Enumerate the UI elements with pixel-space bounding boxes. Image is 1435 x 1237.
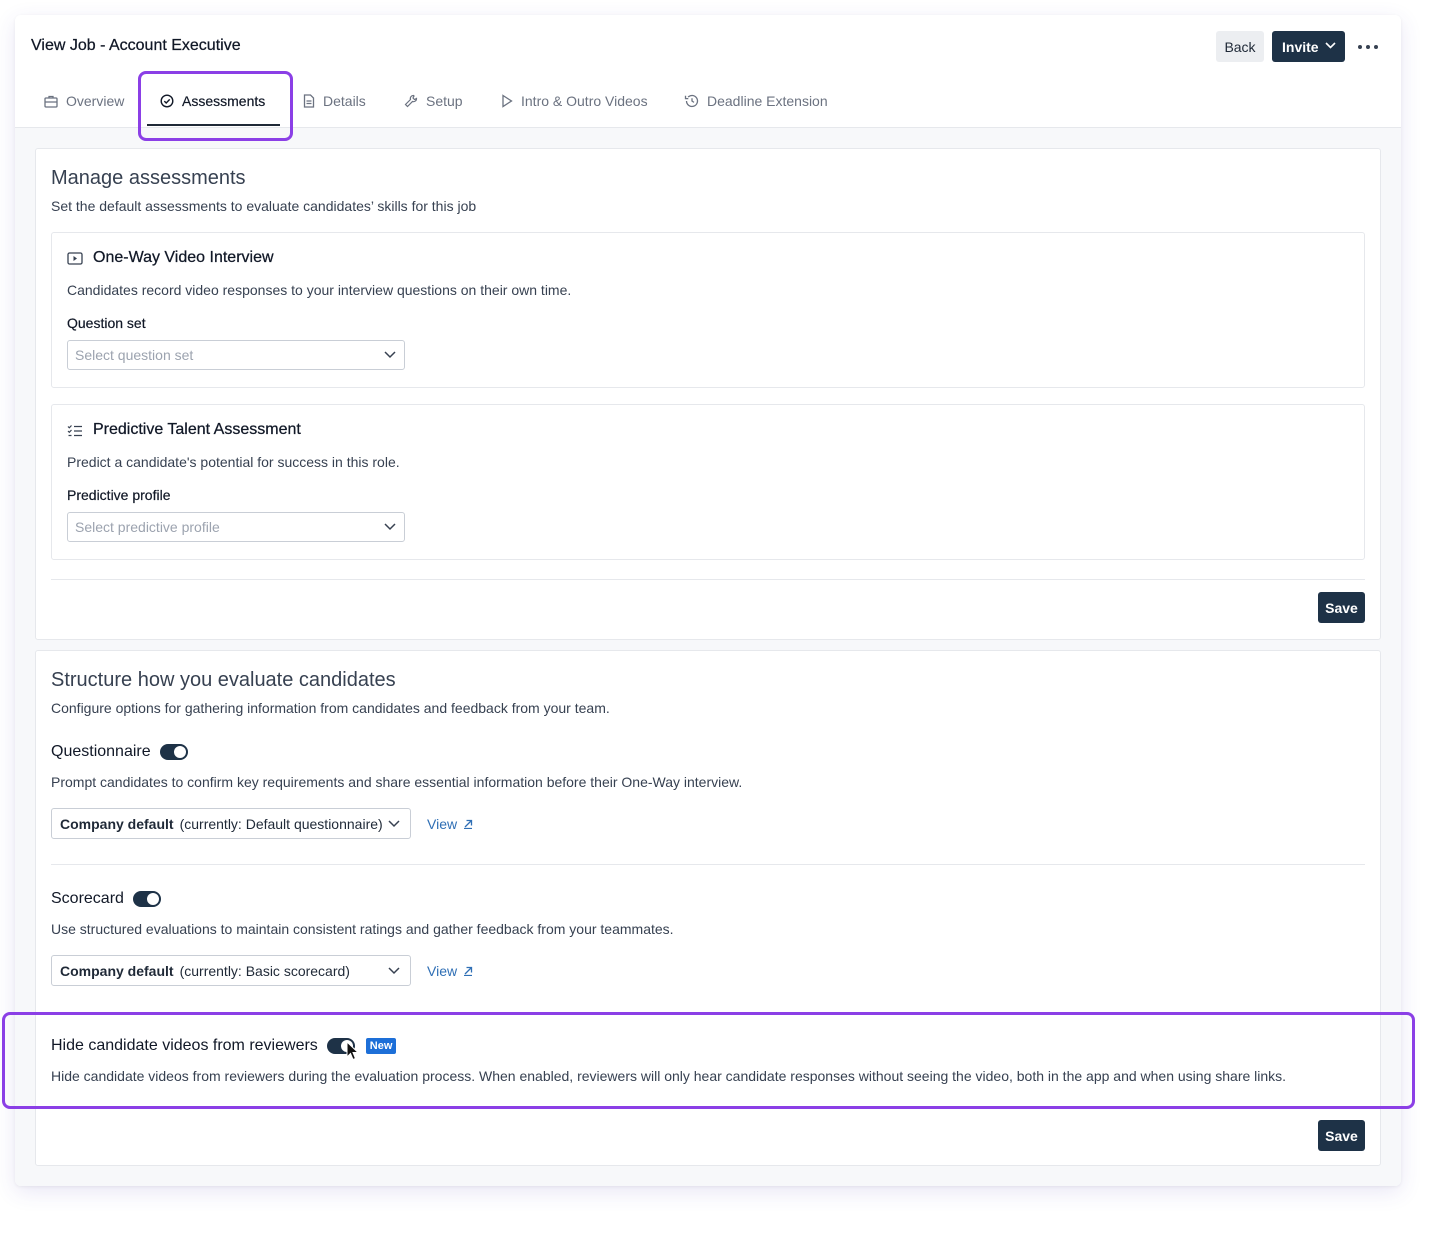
questionnaire-view-label: View xyxy=(427,816,458,832)
scorecard-view-link[interactable]: View xyxy=(427,963,473,979)
tab-details[interactable]: Details xyxy=(303,77,366,125)
predictive-assessment-title: Predictive Talent Assessment xyxy=(93,421,301,438)
video-icon xyxy=(67,251,83,265)
tab-assessments-label: Assessments xyxy=(182,93,266,109)
document-icon xyxy=(303,94,315,108)
back-button[interactable]: Back xyxy=(1216,31,1264,62)
video-interview-desc: Candidates record video responses to you… xyxy=(67,282,572,298)
invite-button[interactable]: Invite xyxy=(1272,31,1345,62)
structure-subtitle: Configure options for gathering informat… xyxy=(51,700,610,716)
scorecard-select[interactable]: Company default (currently: Basic scorec… xyxy=(51,955,411,986)
questionnaire-select[interactable]: Company default (currently: Default ques… xyxy=(51,808,411,839)
chevron-down-icon xyxy=(388,967,400,975)
tab-overview-label: Overview xyxy=(66,93,125,109)
hide-videos-title: Hide candidate videos from reviewers xyxy=(51,1037,318,1054)
scorecard-select-current: (currently: Basic scorecard) xyxy=(179,962,350,979)
predictive-assessment-desc: Predict a candidate's potential for succ… xyxy=(67,454,400,470)
page-title: View Job - Account Executive xyxy=(31,37,241,54)
chevron-down-icon xyxy=(388,820,400,828)
external-link-icon xyxy=(464,819,473,829)
question-set-label: Question set xyxy=(67,315,146,331)
questionnaire-select-bold: Company default xyxy=(60,815,174,832)
external-link-icon xyxy=(464,966,473,976)
tab-intro-outro-videos[interactable]: Intro & Outro Videos xyxy=(501,77,648,125)
questionnaire-view-link[interactable]: View xyxy=(427,816,473,832)
hide-videos-heading: Hide candidate videos from reviewers New xyxy=(51,1037,397,1055)
manage-assessments-title: Manage assessments xyxy=(51,167,246,189)
tab-assessments[interactable]: Assessments xyxy=(160,77,265,125)
structure-title: Structure how you evaluate candidates xyxy=(51,669,396,691)
more-options-icon[interactable] xyxy=(1356,37,1380,57)
page-header: View Job - Account Executive Back Invite… xyxy=(15,15,1401,128)
structure-divider xyxy=(51,864,1365,865)
checklist-icon xyxy=(67,424,82,436)
tab-deadline-extension[interactable]: Deadline Extension xyxy=(684,77,828,125)
predictive-profile-placeholder: Select predictive profile xyxy=(75,519,220,535)
chevron-down-icon xyxy=(384,523,396,531)
scorecard-heading: Scorecard xyxy=(51,890,161,908)
tab-setup[interactable]: Setup xyxy=(404,77,463,125)
predictive-assessment-heading: Predictive Talent Assessment xyxy=(67,421,301,439)
invite-label: Invite xyxy=(1282,38,1319,55)
new-badge: New xyxy=(365,1038,397,1054)
check-circle-icon xyxy=(160,94,174,108)
question-set-select[interactable]: Select question set xyxy=(67,340,405,370)
chevron-down-icon xyxy=(384,351,396,359)
tab-setup-label: Setup xyxy=(426,93,463,109)
wrench-icon xyxy=(404,94,418,108)
video-interview-box: One-Way Video Interview Candidates recor… xyxy=(51,232,1365,388)
manage-save-button[interactable]: Save xyxy=(1318,592,1365,623)
video-interview-heading: One-Way Video Interview xyxy=(67,249,274,267)
mouse-cursor-icon xyxy=(346,1041,360,1061)
tab-deadline-label: Deadline Extension xyxy=(707,93,828,109)
hide-videos-desc: Hide candidate videos from reviewers dur… xyxy=(51,1068,1287,1084)
manage-assessments-panel: Manage assessments Set the default asses… xyxy=(35,148,1381,640)
tab-intro-outro-label: Intro & Outro Videos xyxy=(521,93,648,109)
structure-save-button[interactable]: Save xyxy=(1318,1120,1365,1151)
page-body: Manage assessments Set the default asses… xyxy=(15,128,1401,1186)
history-icon xyxy=(684,94,699,108)
predictive-profile-select[interactable]: Select predictive profile xyxy=(67,512,405,542)
active-tab-indicator xyxy=(147,124,280,126)
scorecard-view-label: View xyxy=(427,963,458,979)
questionnaire-desc: Prompt candidates to confirm key require… xyxy=(51,774,743,790)
job-card: View Job - Account Executive Back Invite… xyxy=(15,15,1401,1186)
predictive-profile-label: Predictive profile xyxy=(67,487,171,503)
play-icon xyxy=(502,94,513,108)
scorecard-desc: Use structured evaluations to maintain c… xyxy=(51,921,674,937)
video-interview-title: One-Way Video Interview xyxy=(93,249,274,266)
scorecard-title: Scorecard xyxy=(51,890,124,907)
question-set-placeholder: Select question set xyxy=(75,347,194,363)
scorecard-toggle[interactable] xyxy=(132,891,161,907)
tab-details-label: Details xyxy=(323,93,366,109)
questionnaire-heading: Questionnaire xyxy=(51,743,188,761)
scorecard-select-bold: Company default xyxy=(60,962,174,979)
questionnaire-select-current: (currently: Default questionnaire) xyxy=(179,815,383,832)
briefcase-icon xyxy=(44,95,58,108)
structure-evaluation-panel: Structure how you evaluate candidates Co… xyxy=(35,650,1381,1166)
manage-assessments-subtitle: Set the default assessments to evaluate … xyxy=(51,198,477,214)
manage-divider xyxy=(51,579,1365,580)
questionnaire-toggle[interactable] xyxy=(159,744,188,760)
predictive-assessment-box: Predictive Talent Assessment Predict a c… xyxy=(51,404,1365,560)
tab-bar: Overview Assessments Details Setup Intro… xyxy=(15,77,1401,127)
tab-overview[interactable]: Overview xyxy=(44,77,124,125)
questionnaire-title: Questionnaire xyxy=(51,743,151,760)
chevron-down-icon xyxy=(1325,42,1336,49)
